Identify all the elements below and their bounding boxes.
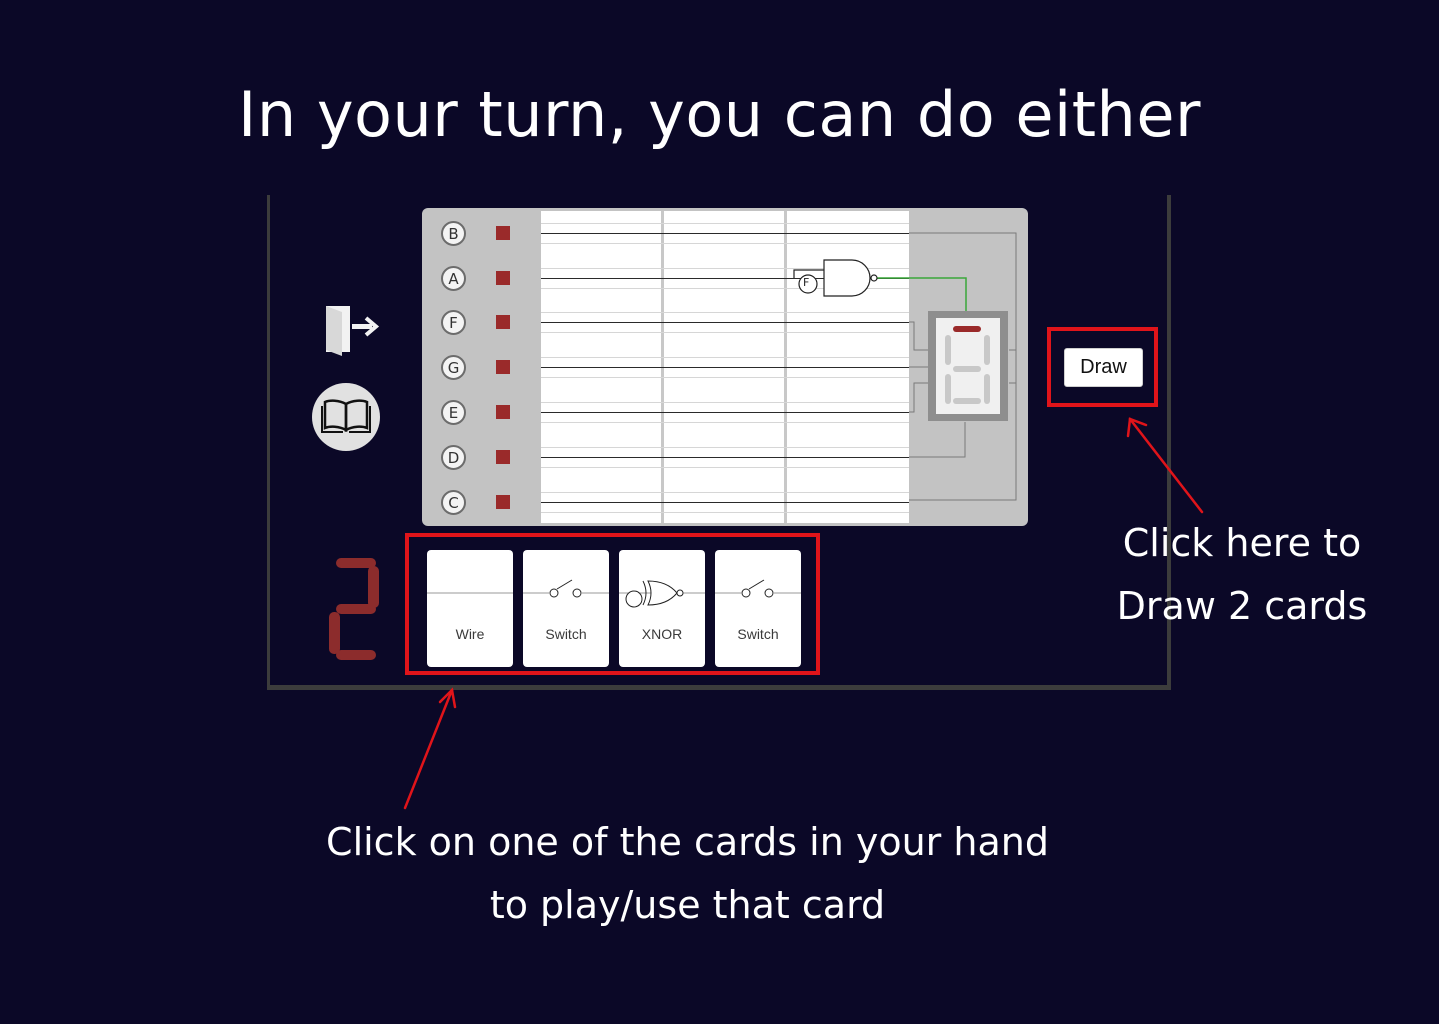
board-wiring — [793, 232, 1017, 501]
book-icon — [321, 397, 371, 437]
hand-card-xnor[interactable]: XNOR — [619, 550, 705, 667]
xnor-gate-icon — [619, 550, 705, 667]
card-label: Switch — [545, 626, 587, 642]
circuit-board: BAFGEDC F — [422, 208, 1028, 526]
draw-annotation-line1: Click here to — [1122, 521, 1362, 565]
exit-door-icon[interactable] — [322, 302, 382, 358]
seven-segment-display — [928, 311, 1008, 421]
rules-book-button[interactable] — [312, 383, 380, 451]
wire-icon — [427, 550, 513, 667]
game-frame-left — [267, 195, 270, 690]
cards-left-display: 2 — [324, 552, 384, 667]
page-title: In your turn, you can do either — [238, 78, 1201, 151]
card-label: XNOR — [641, 626, 683, 642]
hand-annotation: Click on one of the cards in your hand t… — [300, 811, 1075, 937]
draw-button[interactable]: Draw — [1064, 348, 1143, 387]
draw-annotation: Click here to Draw 2 cards — [1112, 512, 1372, 638]
hand-card-switch[interactable]: Switch — [715, 550, 801, 667]
switch-icon — [715, 550, 801, 667]
switch-icon — [523, 550, 609, 667]
hand-arrow — [403, 688, 454, 810]
card-label: Wire — [455, 626, 485, 642]
draw-annotation-line2: Draw 2 cards — [1116, 584, 1368, 628]
draw-arrow — [1128, 417, 1204, 514]
hand-annotation-line1: Click on one of the cards in your hand — [326, 820, 1049, 864]
hand-card-wire[interactable]: Wire — [427, 550, 513, 667]
gate-input-label: F — [803, 276, 810, 289]
hand-annotation-line2: to play/use that card — [489, 883, 886, 927]
game-frame-bottom — [267, 685, 1171, 690]
hand-card-switch[interactable]: Switch — [523, 550, 609, 667]
card-label: Switch — [737, 626, 779, 642]
